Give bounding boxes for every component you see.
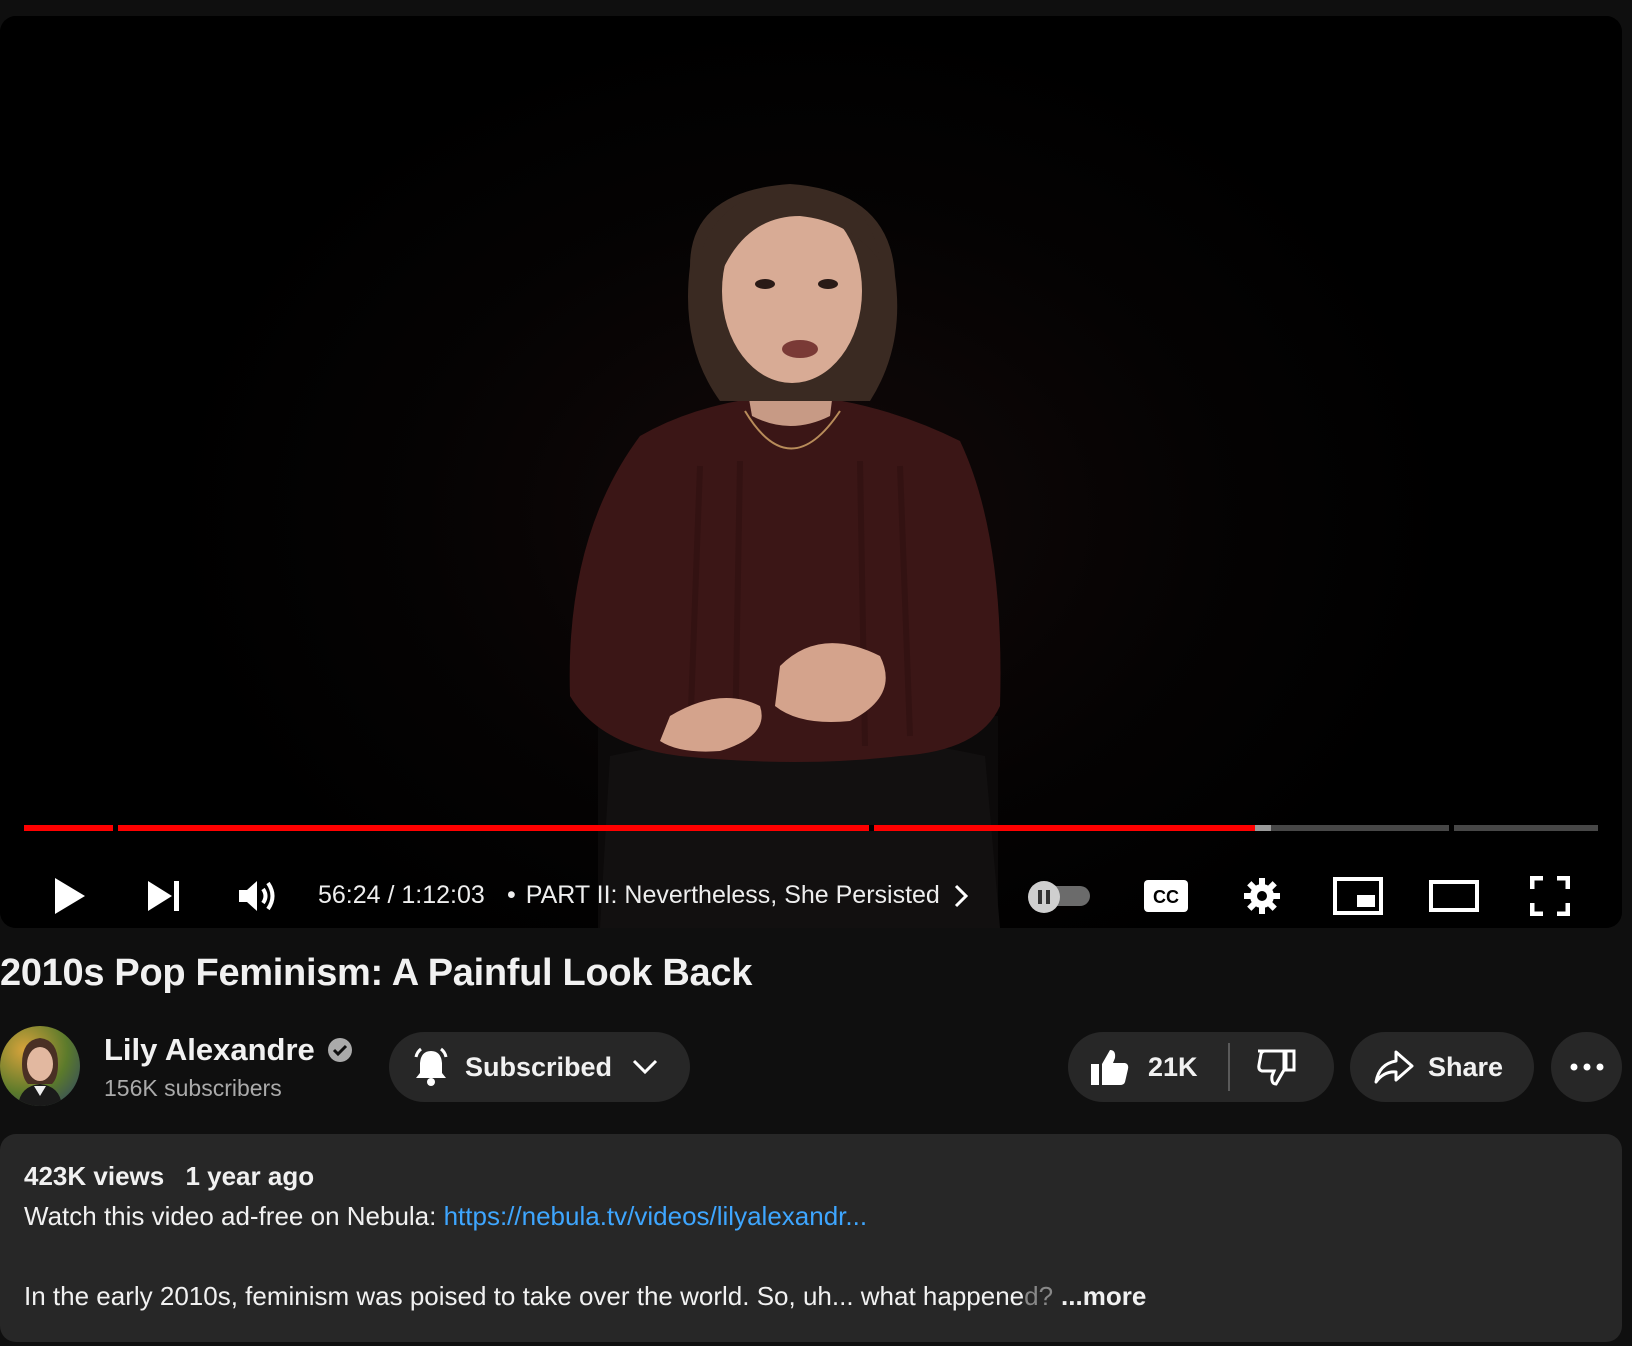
share-label: Share [1428, 1051, 1504, 1082]
show-more-button[interactable]: ...more [1061, 1281, 1146, 1311]
autoplay-toggle-icon [1028, 881, 1060, 913]
channel-name: Lily Alexandre [104, 1032, 315, 1067]
chapter-title: PART II: Nevertheless, She Persisted [525, 881, 940, 909]
cc-label: CC [1153, 887, 1179, 907]
chapter-marker [113, 825, 118, 831]
player-controls: 56:24 / 1:12:03 • PART II: Nevertheless,… [0, 861, 1622, 928]
description-line-2: In the early 2010s, feminism was poised … [24, 1276, 1598, 1316]
next-button[interactable] [138, 861, 190, 928]
volume-button[interactable] [232, 861, 284, 928]
video-speaker-image [569, 184, 1001, 928]
description-line-1: Watch this video ad-free on Nebula: http… [24, 1196, 1598, 1236]
progress-bar[interactable] [24, 825, 1598, 831]
subscribed-label: Subscribed [465, 1051, 613, 1082]
description-nebula-text: Watch this video ad-free on Nebula: [24, 1201, 444, 1231]
volume-icon [239, 881, 275, 911]
fullscreen-icon [1530, 876, 1570, 916]
more-horizontal-icon [1570, 1063, 1603, 1071]
theater-mode-button[interactable] [1428, 861, 1480, 928]
verified-badge-icon [327, 1038, 352, 1062]
chapter-button[interactable]: • PART II: Nevertheless, She Persisted [507, 881, 968, 910]
channel-name-link[interactable]: Lily Alexandre [104, 1032, 353, 1068]
like-dislike-group: 21K [1068, 1032, 1334, 1102]
next-icon [148, 881, 179, 911]
share-icon [1374, 1050, 1414, 1084]
fullscreen-button[interactable] [1524, 861, 1576, 928]
thumbs-up-icon [1091, 1050, 1129, 1085]
more-actions-button[interactable] [1551, 1032, 1622, 1102]
description-summary: In the early 2010s, feminism was poised … [24, 1281, 1025, 1311]
nebula-link[interactable]: https://nebula.tv/videos/lilyalexandr... [444, 1201, 867, 1231]
view-count: 423K views [24, 1161, 165, 1191]
like-button[interactable]: 21K [1068, 1032, 1198, 1102]
chevron-down-icon [632, 1059, 658, 1075]
chapter-marker [869, 825, 874, 831]
description-stats: 423K views 1 year ago [24, 1156, 1598, 1196]
video-frame[interactable] [0, 16, 1622, 928]
owner-row: Lily Alexandre 156K subscribers Subscrib… [0, 1024, 1622, 1106]
miniplayer-button[interactable] [1332, 861, 1384, 928]
description-fade-text: d? [1024, 1281, 1054, 1311]
gear-icon [1244, 878, 1280, 914]
chevron-right-icon [954, 884, 968, 907]
subscribed-button[interactable]: Subscribed [389, 1032, 690, 1102]
play-icon [55, 878, 85, 914]
settings-button[interactable] [1236, 861, 1288, 928]
miniplayer-icon [1333, 877, 1383, 915]
dislike-button[interactable] [1230, 1032, 1296, 1102]
thumbs-down-icon [1256, 1049, 1296, 1086]
bell-icon [414, 1047, 448, 1086]
avatar[interactable] [0, 1026, 80, 1106]
captions-button[interactable]: CC [1140, 861, 1192, 928]
chapter-marker [1449, 825, 1454, 831]
video-title: 2010s Pop Feminism: A Painful Look Back [0, 952, 753, 994]
theater-mode-icon [1429, 880, 1479, 912]
cc-icon: CC [1144, 880, 1188, 912]
share-button[interactable]: Share [1350, 1032, 1534, 1102]
like-count: 21K [1148, 1051, 1198, 1082]
progress-played [24, 825, 1255, 831]
subscriber-count: 156K subscribers [104, 1075, 282, 1101]
autoplay-toggle[interactable] [1028, 881, 1092, 913]
video-player[interactable]: 56:24 / 1:12:03 • PART II: Nevertheless,… [0, 16, 1622, 928]
progress-buffered [1255, 825, 1271, 831]
upload-age: 1 year ago [185, 1161, 315, 1191]
play-button[interactable] [44, 861, 96, 928]
description-box[interactable]: 423K views 1 year ago Watch this video a… [0, 1134, 1622, 1342]
time-display: 56:24 / 1:12:03 [318, 881, 485, 909]
chapter-separator: • [507, 881, 516, 909]
